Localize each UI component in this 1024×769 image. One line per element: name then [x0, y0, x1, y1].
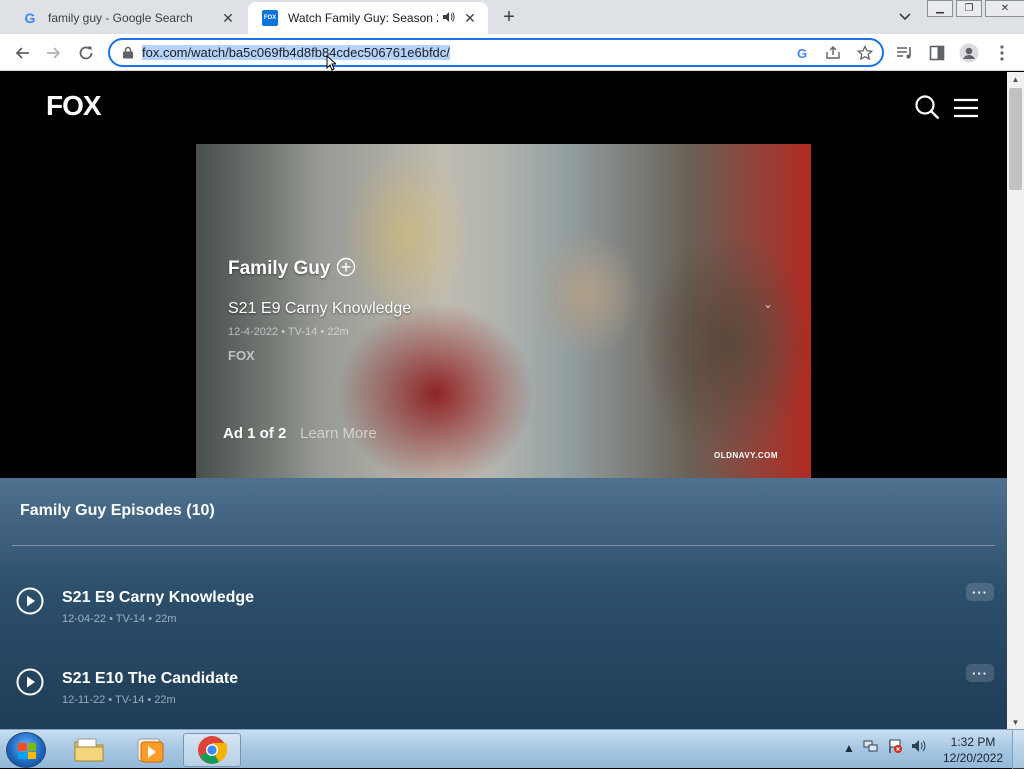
player-episode-meta: 12-4-2022 • TV-14 • 22m [228, 326, 349, 338]
play-icon[interactable] [16, 587, 44, 615]
forward-arrow-icon[interactable] [42, 41, 66, 65]
minimize-icon[interactable]: ▁ [927, 0, 953, 17]
mouse-cursor-icon [326, 55, 336, 71]
more-options-button[interactable]: ··· [966, 664, 994, 682]
clock-time: 1:32 PM [950, 735, 996, 749]
chrome-taskbar-icon[interactable] [183, 733, 241, 767]
episode-title[interactable]: S21 E9 Carny Knowledge [62, 589, 254, 607]
taskbar-clock[interactable]: 1:32 PM 12/20/2022 [938, 734, 1008, 766]
learn-more-link[interactable]: Learn More [300, 425, 377, 442]
volume-icon[interactable] [911, 739, 927, 756]
player-episode-title: S21 E9 Carny Knowledge [228, 300, 412, 317]
episode-row[interactable]: S21 E9 Carny Knowledge 12-04-22 • TV-14 … [0, 583, 1007, 643]
close-tab-icon[interactable]: ✕ [462, 10, 478, 26]
hamburger-menu-icon[interactable] [953, 98, 979, 118]
tab-title: family guy - Google Search [48, 11, 193, 25]
audio-playing-icon[interactable] [442, 11, 456, 26]
file-explorer-taskbar-icon[interactable] [60, 733, 118, 767]
player-show-title: Family Guy [228, 258, 331, 279]
chrome-menu-icon[interactable] [991, 42, 1013, 64]
windows-logo-icon [18, 743, 36, 759]
share-icon[interactable] [824, 44, 842, 62]
episode-title[interactable]: S21 E10 The Candidate [62, 670, 238, 688]
divider [12, 545, 995, 546]
episode-row[interactable]: S21 E10 The Candidate 12-11-22 • TV-14 •… [0, 664, 1007, 724]
fox-icon: FOX [262, 10, 278, 26]
close-tab-icon[interactable]: ✕ [220, 10, 236, 26]
window-controls: ▁ ❐ ✕ [927, 0, 1024, 17]
episode-meta: 12-11-22 • TV-14 • 22m [62, 694, 176, 706]
url-text[interactable]: fox.com/watch/ba5c069fb4d8fb84cdec506761… [142, 45, 450, 60]
bookmark-star-icon[interactable] [856, 44, 874, 62]
google-lens-icon[interactable]: G [793, 44, 811, 62]
google-icon: G [24, 10, 36, 26]
system-tray: ▲ [843, 738, 927, 757]
scroll-down-arrow-icon[interactable]: ▼ [1007, 715, 1024, 729]
address-bar[interactable]: fox.com/watch/ba5c069fb4d8fb84cdec506761… [108, 38, 884, 67]
add-to-favorites-icon[interactable] [336, 257, 356, 277]
back-arrow-icon[interactable] [10, 41, 34, 65]
more-options-button[interactable]: ··· [966, 583, 994, 601]
episodes-panel: Family Guy Episodes (10) S21 E9 Carny Kn… [0, 478, 1007, 729]
ad-counter: Ad 1 of 2 [223, 425, 287, 442]
lock-icon[interactable] [122, 46, 134, 59]
action-center-flag-icon[interactable] [887, 738, 903, 757]
video-player[interactable]: Family Guy S21 E9 Carny Knowledge 12-4-2… [196, 144, 811, 479]
media-player-taskbar-icon[interactable] [121, 733, 179, 767]
expand-chevron-icon[interactable]: ⌄ [763, 297, 773, 311]
start-button[interactable] [6, 732, 46, 768]
network-logo: FOX [228, 348, 255, 363]
windows-taskbar: ▲ 1:32 PM 12/20/2022 [0, 729, 1024, 769]
episode-meta: 12-04-22 • TV-14 • 22m [62, 613, 177, 625]
restore-icon[interactable]: ❐ [956, 0, 982, 17]
show-hidden-icons-icon[interactable]: ▲ [843, 741, 855, 755]
reload-icon[interactable] [74, 41, 98, 65]
tab-fox-watch[interactable]: FOX Watch Family Guy: Season 21 ✕ [248, 2, 488, 34]
page-scrollbar[interactable]: ▲ ▼ [1007, 72, 1024, 729]
side-panel-icon[interactable] [926, 42, 948, 64]
search-icon[interactable] [914, 94, 940, 120]
tab-google-search[interactable]: G family guy - Google Search ✕ [8, 2, 246, 34]
tab-search-chevron-icon[interactable] [896, 8, 914, 26]
episodes-heading: Family Guy Episodes (10) [20, 502, 215, 519]
tab-strip: G family guy - Google Search ✕ FOX Watch… [0, 0, 1024, 34]
clock-date: 12/20/2022 [942, 751, 1004, 765]
close-window-icon[interactable]: ✕ [985, 0, 1024, 17]
advertiser-watermark: OLDNAVY.COM [714, 451, 779, 460]
show-desktop-button[interactable] [1012, 730, 1024, 769]
scroll-up-arrow-icon[interactable]: ▲ [1007, 72, 1024, 86]
tab-title: Watch Family Guy: Season 21 [288, 11, 438, 25]
profile-avatar-icon[interactable] [958, 42, 980, 64]
fox-logo[interactable]: FOX [46, 90, 102, 122]
play-icon[interactable] [16, 668, 44, 696]
browser-toolbar: fox.com/watch/ba5c069fb4d8fb84cdec506761… [0, 34, 1024, 71]
network-icon[interactable] [863, 739, 879, 756]
new-tab-button[interactable]: + [498, 6, 520, 28]
fox-watch-page: FOX Family Guy S21 E9 Carny Knowledge 12… [0, 72, 1007, 729]
scrollbar-thumb[interactable] [1009, 88, 1022, 190]
media-control-icon[interactable] [894, 42, 916, 64]
